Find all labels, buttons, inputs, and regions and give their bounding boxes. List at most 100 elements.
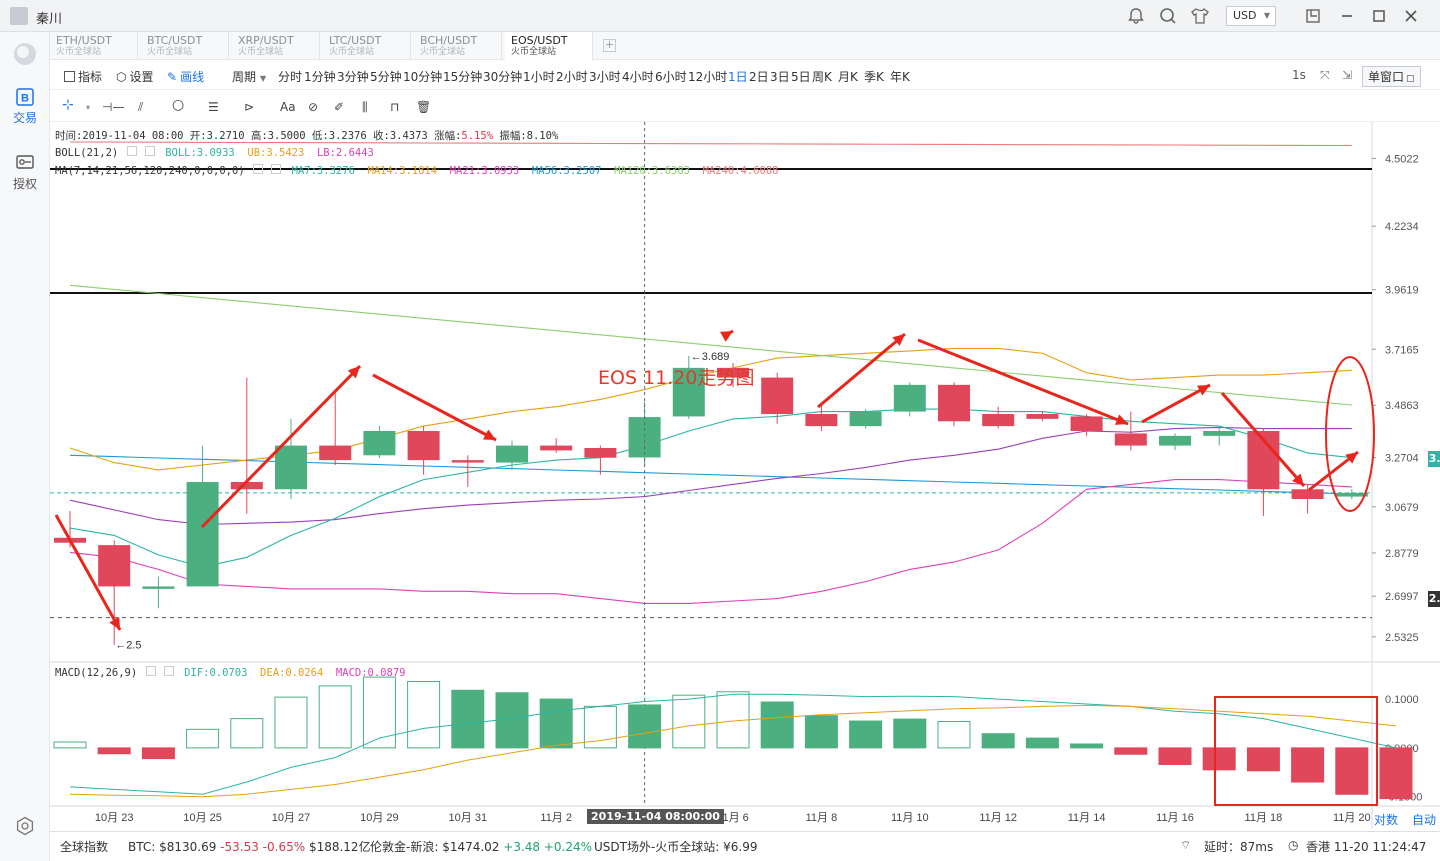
candle-body bbox=[1070, 416, 1103, 431]
screenshot-icon[interactable] bbox=[1303, 6, 1323, 26]
interval-2[interactable]: 3分钟 bbox=[337, 68, 369, 85]
close-icon[interactable] bbox=[1401, 6, 1421, 26]
horizontal-line-tool-icon[interactable]: ⊣— bbox=[102, 100, 124, 116]
date-tick-label: 11月 12 bbox=[979, 812, 1017, 824]
maximize-icon[interactable] bbox=[1369, 6, 1389, 26]
macd-bar bbox=[893, 718, 927, 749]
close-icon[interactable] bbox=[163, 666, 174, 676]
left-sidebar: B 交易 授权 bbox=[0, 32, 50, 861]
tab-eth-usdt[interactable]: ETH/USDT 火币全球站 bbox=[50, 32, 138, 60]
auto-scale-toggle[interactable]: 自动 bbox=[1412, 811, 1436, 828]
window-mode-select[interactable]: 单窗口 ▢ bbox=[1362, 66, 1421, 87]
close-icon[interactable] bbox=[271, 164, 282, 174]
add-tab-button[interactable]: + bbox=[603, 39, 616, 52]
log-scale-toggle[interactable]: 对数 bbox=[1374, 811, 1398, 828]
candles-tool-icon[interactable]: ⫼ bbox=[362, 100, 368, 116]
macd-bar bbox=[407, 681, 441, 749]
interval-11[interactable]: 6小时 bbox=[655, 68, 687, 85]
trash-icon[interactable]: 🗑 bbox=[416, 100, 431, 116]
candle-body bbox=[186, 482, 219, 587]
indicator-button[interactable]: 指标 bbox=[64, 68, 102, 85]
exit-fullscreen-icon[interactable]: ⇲ bbox=[1342, 68, 1352, 82]
interval-5[interactable]: 15分钟 bbox=[443, 68, 482, 85]
interval-15[interactable]: 3日 bbox=[770, 68, 790, 85]
candle-body bbox=[319, 445, 352, 461]
candle-body bbox=[761, 377, 794, 414]
text-tool[interactable]: Aa bbox=[280, 100, 296, 116]
global-index-button[interactable]: 全球指数 bbox=[60, 838, 108, 855]
macd-bar bbox=[981, 733, 1015, 749]
interval-19[interactable]: 季K bbox=[864, 68, 884, 85]
macd-bar bbox=[849, 720, 883, 749]
chart-area[interactable]: 4.5022 4.2234 3.9619 3.7165 3.4863 3.2704 3.06… bbox=[50, 122, 1440, 829]
user-name[interactable]: 秦川 bbox=[36, 8, 62, 27]
candle-body bbox=[849, 411, 882, 427]
pattern-tool-icon[interactable]: ⊳ bbox=[244, 100, 254, 116]
price-tick-label: 3.0679 bbox=[1385, 502, 1419, 514]
interval-7[interactable]: 1小时 bbox=[523, 68, 555, 85]
candle-body bbox=[142, 586, 175, 589]
draw-button[interactable]: ✎ 画线 bbox=[167, 68, 204, 85]
interval-20[interactable]: 年K bbox=[890, 68, 910, 85]
candle-body bbox=[451, 460, 484, 463]
shirt-skin-icon[interactable] bbox=[1190, 6, 1210, 26]
interval-13[interactable]: 1日 bbox=[728, 68, 748, 85]
sidebar-item-authorize[interactable]: 授权 bbox=[0, 154, 50, 192]
eye-icon[interactable] bbox=[145, 666, 156, 676]
chevron-down-icon: ▼ bbox=[1263, 11, 1270, 20]
date-tick-label: 10月 27 bbox=[272, 812, 311, 824]
bell-icon[interactable] bbox=[1126, 6, 1146, 26]
period-select[interactable]: 周期 ▼ bbox=[232, 68, 266, 85]
lock-tool-icon[interactable]: ⊓ bbox=[390, 100, 399, 116]
eye-icon[interactable] bbox=[252, 164, 263, 174]
date-tick-label: 11月 14 bbox=[1068, 812, 1106, 824]
interval-0[interactable]: 分时 bbox=[278, 68, 302, 85]
interval-6[interactable]: 30分钟 bbox=[483, 68, 522, 85]
search-icon[interactable] bbox=[1158, 6, 1178, 26]
crosshair-tool-icon[interactable]: ⊹ bbox=[62, 97, 74, 113]
macd-bar bbox=[362, 676, 396, 749]
chevron-down-icon[interactable]: ▾ bbox=[86, 103, 90, 119]
candle-body bbox=[1026, 414, 1059, 419]
settings-button[interactable]: ⬡ 设置 bbox=[116, 68, 154, 85]
interval-9[interactable]: 3小时 bbox=[589, 68, 621, 85]
trend-line-tool-icon[interactable]: ⫽ bbox=[138, 100, 143, 116]
interval-18[interactable]: 月K bbox=[838, 68, 858, 85]
chart-toolbar: 指标 ⬡ 设置 ✎ 画线 周期 ▼ 分时 1分钟 3分钟 5分钟 10分钟 15分钟 30分钟 1小… bbox=[50, 60, 1440, 90]
tab-xrp-usdt[interactable]: XRP/USDT 火币全球站 bbox=[232, 32, 320, 60]
fib-tool-icon[interactable]: ☰ bbox=[208, 100, 219, 116]
tab-bch-usdt[interactable]: BCH/USDT 火币全球站 bbox=[414, 32, 502, 60]
interval-10[interactable]: 4小时 bbox=[622, 68, 654, 85]
macd-bar bbox=[760, 701, 794, 749]
minimize-icon[interactable] bbox=[1337, 6, 1357, 26]
ruler-tool-icon[interactable]: ⊘ bbox=[308, 100, 318, 116]
tab-btc-usdt[interactable]: BTC/USDT 火币全球站 bbox=[141, 32, 229, 60]
interval-3[interactable]: 5分钟 bbox=[370, 68, 402, 85]
circle-tool-icon[interactable]: ○ bbox=[172, 97, 184, 113]
eye-icon[interactable] bbox=[126, 146, 137, 156]
close-icon[interactable] bbox=[144, 146, 155, 156]
macd-bar bbox=[1246, 747, 1280, 772]
refresh-rate[interactable]: 1s bbox=[1292, 68, 1306, 82]
kline-chart[interactable]: 4.5022 4.2234 3.9619 3.7165 3.4863 3.2704 3.06… bbox=[50, 122, 1440, 829]
settings-icon[interactable] bbox=[15, 816, 35, 836]
interval-1[interactable]: 1分钟 bbox=[304, 68, 336, 85]
candle-body bbox=[363, 431, 396, 456]
currency-select[interactable]: USD ▼ bbox=[1226, 6, 1276, 26]
tab-eos-usdt[interactable]: EOS/USDT 火币全球站 bbox=[505, 32, 593, 60]
user-avatar-icon[interactable] bbox=[10, 7, 28, 25]
sidebar-item-trade[interactable]: B 交易 bbox=[0, 88, 50, 126]
interval-8[interactable]: 2小时 bbox=[556, 68, 588, 85]
macd-bar bbox=[1114, 747, 1148, 755]
btc-ticker: BTC: $8130.69 -53.53 -0.65% $188.12亿 bbox=[128, 840, 371, 854]
tab-ltc-usdt[interactable]: LTC/USDT 火币全球站 bbox=[323, 32, 411, 60]
interval-16[interactable]: 5日 bbox=[791, 68, 811, 85]
sidebar-item-label: 授权 bbox=[12, 177, 37, 191]
pencil-icon: ✎ bbox=[167, 70, 178, 84]
brush-tool-icon[interactable]: ✐ bbox=[334, 100, 344, 116]
fullscreen-icon[interactable]: ⤧ bbox=[1320, 68, 1330, 83]
interval-4[interactable]: 10分钟 bbox=[403, 68, 442, 85]
interval-14[interactable]: 2日 bbox=[749, 68, 769, 85]
interval-12[interactable]: 12小时 bbox=[688, 68, 727, 85]
interval-17[interactable]: 周K bbox=[812, 68, 832, 85]
